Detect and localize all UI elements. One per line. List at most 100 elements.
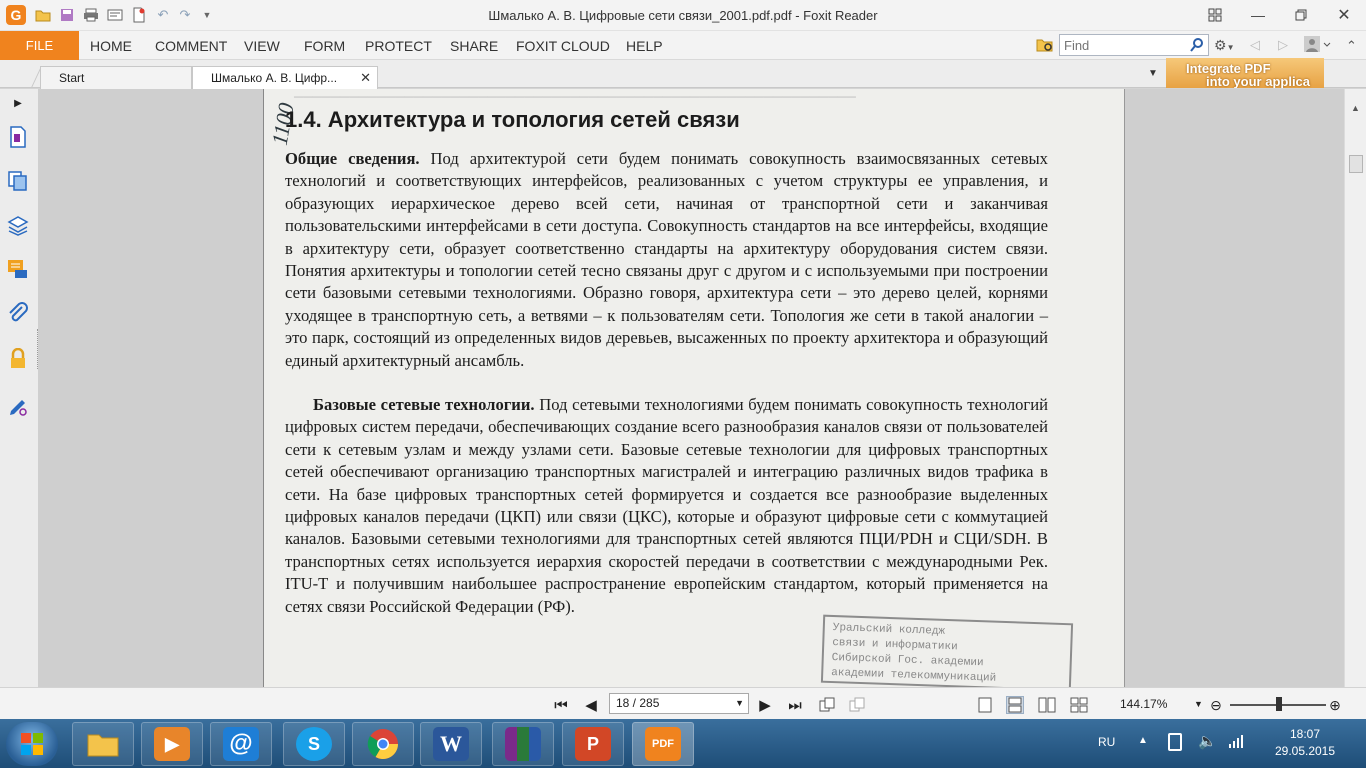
zoom-in-icon[interactable]: ⊕ [1326,696,1344,714]
attachments-paperclip-icon[interactable] [6,301,30,325]
menu-home[interactable]: HOME [90,38,132,54]
windows-start-button[interactable] [6,722,58,766]
taskbar-powerpoint[interactable]: P [562,722,624,766]
continuous-page-icon[interactable] [1006,696,1024,714]
taskbar-skype[interactable]: S [283,722,345,766]
find-box [1059,34,1209,56]
integrate-pdf-ad-banner[interactable]: Integrate PDF into your applica [1166,58,1324,88]
tab-start-label: Start [59,71,85,85]
powerpoint-icon: P [575,727,611,761]
menu-share[interactable]: SHARE [450,38,498,54]
paragraph-lead: Базовые сетевые технологии. [313,395,535,414]
network-signal-icon[interactable] [1228,734,1244,751]
pages-thumbnails-icon[interactable] [6,169,30,193]
close-button[interactable]: ✕ [1330,4,1358,26]
foxit-reader-window: G ↶ ↷ ▼ Шмалько А. В. Цифровые сети связ… [0,0,1366,768]
collapse-ribbon-icon[interactable]: ⌃ [1346,38,1357,54]
taskbar-mail[interactable]: @ [210,722,272,766]
layout-icon[interactable] [1201,4,1229,26]
search-icon[interactable] [1189,37,1205,53]
device-icon[interactable] [1168,733,1182,751]
paragraph-lead: Общие сведения. [285,149,420,168]
show-hidden-icons-icon[interactable]: ▲ [1138,735,1148,746]
foxit-pdf-icon: PDF [645,727,681,761]
security-lock-icon[interactable] [6,347,30,371]
zoom-dropdown-icon[interactable]: ▼ [1194,699,1203,709]
page-dropdown-icon[interactable]: ▼ [735,694,744,713]
bookmarks-icon[interactable] [6,125,30,149]
status-bar: ⏮ ◀ 18 / 285 ▼ ▶ ⏭ 144.17% ▼ ⊖ ⊕ [0,687,1366,719]
previous-page-bleed-text: ────────────────────────────────────────… [294,89,856,101]
next-page-icon[interactable]: ▶ [756,696,774,714]
window-title: Шмалько А. В. Цифровые сети связи_2001.p… [488,8,878,23]
taskbar-media-player[interactable]: ▶ [141,722,203,766]
find-folder-icon[interactable] [1036,37,1054,53]
page-number-field[interactable]: 18 / 285 ▼ [609,693,749,714]
taskbar-word[interactable]: W [420,722,482,766]
tab-start[interactable]: Start [40,66,192,89]
winrar-icon [505,727,541,761]
previous-result-icon[interactable]: ◁ [1250,37,1260,53]
taskbar-explorer[interactable] [72,722,134,766]
paragraph-text: Под архитектурой сети будем понимать сов… [285,149,1048,370]
ribbon-menu: FILE HOME COMMENT VIEW FORM PROTECT SHAR… [0,31,1366,60]
mail-at-icon: @ [223,727,259,761]
tab-list-dropdown-icon[interactable]: ▼ [1148,68,1158,79]
tab-document-label: Шмалько А. В. Цифр... [211,71,338,85]
volume-icon[interactable]: 🔈 [1198,732,1217,750]
pdf-page: ────────────────────────────────────────… [263,89,1125,687]
paragraph-general-info: Общие сведения. Под архитектурой сети бу… [285,148,1048,372]
skype-icon: S [296,727,332,761]
signatures-pen-icon[interactable] [6,395,30,419]
section-heading: 1.4. Архитектура и топология сетей связи [285,107,740,132]
continuous-facing-icon[interactable] [1070,696,1088,714]
zoom-level[interactable]: 144.17% [1120,697,1167,711]
title-bar: G ↶ ↷ ▼ Шмалько А. В. Цифровые сети связ… [0,0,1366,31]
comments-icon[interactable] [6,257,30,281]
minimize-button[interactable]: — [1244,4,1272,26]
clock-time: 18:07 [1289,727,1321,741]
taskbar-chrome[interactable] [352,722,414,766]
single-page-icon[interactable] [976,696,994,714]
document-tab-bar: Start Шмалько А. В. Цифр... ✕ ▼ [0,60,1366,89]
first-page-icon[interactable]: ⏮ [552,696,570,714]
menu-form[interactable]: FORM [304,38,345,54]
media-player-icon: ▶ [154,727,190,761]
facing-pages-icon[interactable] [1038,696,1056,714]
previous-page-icon[interactable]: ◀ [582,696,600,714]
windows-taskbar: ▶ @ S W P PDF RU ▲ 🔈 18:07 29.05.2015 [0,719,1366,768]
chrome-icon [365,727,401,761]
user-account-icon[interactable] [1303,35,1331,55]
language-indicator[interactable]: RU [1098,735,1115,749]
find-input[interactable] [1060,35,1184,55]
scrollbar-thumb[interactable] [1349,155,1363,173]
zoom-out-icon[interactable]: ⊖ [1207,696,1225,714]
tab-document[interactable]: Шмалько А. В. Цифр... ✕ [192,66,378,89]
page-number-value: 18 / 285 [616,696,660,710]
vertical-scrollbar[interactable]: ▲ [1344,89,1366,687]
menu-comment[interactable]: COMMENT [155,38,227,54]
taskbar-foxit-reader[interactable]: PDF [632,722,694,766]
layers-icon[interactable] [6,213,30,237]
previous-view-icon[interactable] [818,696,836,714]
next-view-icon[interactable] [848,696,866,714]
system-tray: RU ▲ 🔈 18:07 29.05.2015 [1090,719,1366,768]
settings-gear-icon[interactable]: ⚙▼ [1214,37,1240,53]
menu-foxit-cloud[interactable]: FOXIT CLOUD [516,38,610,54]
system-clock[interactable]: 18:07 29.05.2015 [1270,726,1340,760]
restore-button[interactable] [1287,4,1315,26]
menu-help[interactable]: HELP [626,38,663,54]
zoom-slider-thumb[interactable] [1276,697,1282,711]
taskbar-winrar[interactable] [492,722,554,766]
document-viewport[interactable]: ────────────────────────────────────────… [39,89,1344,687]
close-tab-icon[interactable]: ✕ [360,67,371,89]
last-page-icon[interactable]: ⏭ [786,696,804,714]
scroll-up-icon[interactable]: ▲ [1351,103,1360,113]
next-result-icon[interactable]: ▷ [1278,37,1288,53]
menu-file[interactable]: FILE [0,31,79,60]
menu-view[interactable]: VIEW [244,38,280,54]
paragraph-base-technologies: Базовые сетевые технологии. Под сетевыми… [285,394,1048,618]
expand-panel-icon[interactable]: ▶ [6,91,30,115]
menu-protect[interactable]: PROTECT [365,38,432,54]
folder-icon [85,727,121,761]
